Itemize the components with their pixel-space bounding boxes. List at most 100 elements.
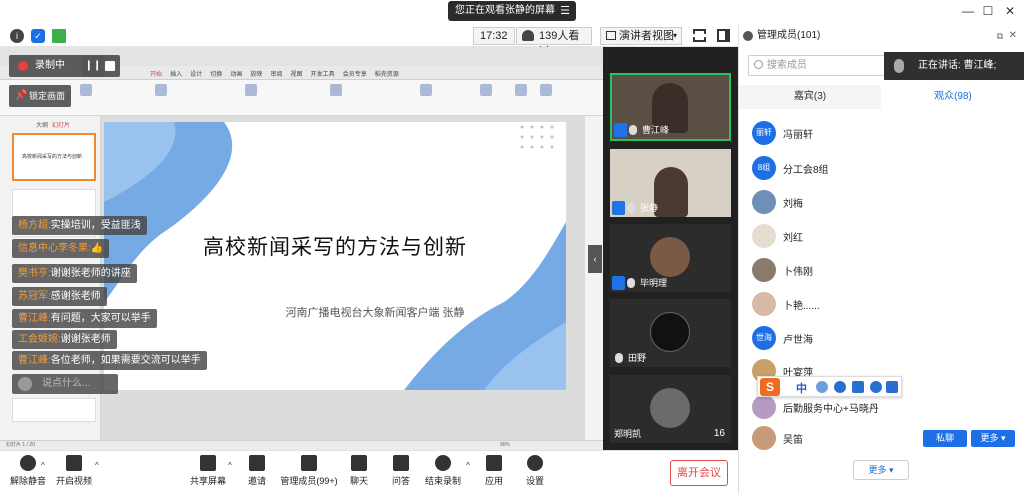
tab-guests[interactable]: 嘉宾(3) (739, 85, 881, 109)
close-icon[interactable]: ✕ (1000, 4, 1020, 18)
ppt-ribbon (0, 80, 603, 116)
chevron-up-icon[interactable]: ^ (41, 461, 45, 470)
user-icon (614, 123, 627, 137)
mic-icon (894, 59, 904, 73)
chat-sender: 樊书亨: (18, 268, 51, 279)
mic-icon[interactable] (870, 381, 882, 393)
private-chat-button[interactable]: 私聊 (923, 430, 967, 447)
lock-screen-label: 锁定画面 (29, 91, 66, 101)
settings-button[interactable]: 设置 (507, 455, 563, 487)
mic-icon (629, 125, 637, 135)
chat-icon (351, 455, 367, 471)
slide-canvas: 高校新闻采写的方法与创新 河南广播电视台大象新闻客户端 张静 (104, 122, 566, 390)
member-row[interactable]: 8组 分工会8组 (739, 153, 1024, 183)
member-name: 刘梅 (783, 199, 803, 210)
close-panel-icon[interactable]: ✕ (1009, 25, 1017, 47)
start-video-button[interactable]: 开启视频 (46, 455, 102, 487)
fullscreen-icon[interactable] (693, 29, 706, 42)
leave-meeting-button[interactable]: 离开会议 (670, 460, 728, 486)
member-row[interactable]: 刘梅 (739, 187, 1024, 217)
share-screen-label: 共享屏幕 (189, 476, 226, 486)
view-mode-select[interactable]: 演讲者视图 ▾ (600, 27, 682, 45)
start-video-label: 开启视频 (55, 476, 92, 486)
share-screen-button[interactable]: 共享屏幕 (180, 455, 236, 487)
viewer-count[interactable]: 139人看过 (516, 27, 592, 58)
mic-icon (627, 203, 635, 213)
signal-icon[interactable] (52, 29, 66, 43)
info-icon[interactable]: i (10, 29, 24, 43)
ppt-statusbar: 幻灯片 1 / 20 90% (0, 440, 603, 450)
pause-recording-button[interactable]: ❙❙ (82, 55, 104, 77)
chat-text: 各位老师，如果需要交流可以举手 (50, 355, 201, 366)
video-tile[interactable]: 田野 (610, 299, 731, 367)
punctuation-icon[interactable] (816, 381, 828, 393)
ppt-tab: 稻壳资源 (374, 72, 399, 78)
user-icon (612, 201, 625, 215)
emoji-icon[interactable] (834, 381, 846, 393)
members-panel: 管理成员(101) ⧉ ✕ 搜索成员 正在讲话: 曹江峰; 嘉宾(3) 观众(9… (738, 25, 1024, 494)
ribbon-icon (420, 84, 432, 96)
search-placeholder: 搜索成员 (767, 60, 807, 71)
video-tile[interactable]: 郑明凯 16 (610, 375, 731, 443)
view-mode-label: 演讲者视图 (619, 30, 674, 42)
avatar: 丽轩 (752, 121, 776, 145)
chevron-down-icon: ▾ (672, 31, 677, 40)
tab-audience[interactable]: 观众(98) (881, 85, 1024, 109)
end-recording-button[interactable]: 结束录制 (415, 455, 471, 487)
ribbon-icon (155, 84, 167, 96)
member-more-button[interactable]: 更多 ▾ (971, 430, 1015, 447)
ime-language[interactable]: 中 (796, 380, 807, 396)
load-more-button[interactable]: 更多 ▾ (853, 460, 909, 480)
stop-recording-button[interactable] (105, 61, 115, 71)
shield-icon[interactable]: ✓ (31, 29, 45, 43)
video-tile[interactable]: 毕明理 (610, 224, 731, 292)
lock-screen-button[interactable]: 📌 锁定画面 (9, 85, 71, 107)
member-name: 后勤服务中心+马晓丹 (783, 404, 879, 415)
popout-icon[interactable]: ⧉ (997, 25, 1003, 47)
member-row[interactable]: 世海 卢世海 (739, 323, 1024, 353)
share-screen-icon (200, 455, 216, 471)
share-banner-text: 您正在观看张静的屏幕 (455, 5, 555, 16)
maximize-icon[interactable]: ☐ (978, 4, 998, 18)
member-name: 卜伟刚 (783, 267, 813, 278)
avatar (752, 258, 776, 282)
member-row[interactable]: 刘红 (739, 221, 1024, 251)
emoji-icon[interactable] (18, 377, 32, 391)
pane-tab-slides: 幻灯片 (52, 123, 71, 129)
meeting-status-bar: i ✓ 17:32 139人看过 演讲者视图 ▾ (0, 25, 738, 58)
ribbon-icon (480, 84, 492, 96)
member-search-input[interactable]: 搜索成员 (748, 55, 893, 76)
ppt-right-toolbar (584, 116, 603, 440)
chat-message: 曹江峰:各位老师，如果需要交流可以举手 (12, 351, 207, 370)
mic-off-icon (20, 455, 36, 471)
minimize-icon[interactable]: — (958, 4, 978, 18)
member-name: 吴笛 (783, 435, 803, 446)
collapse-videos-button[interactable]: ‹ (588, 245, 602, 273)
member-row[interactable]: 卜艳...... (739, 289, 1024, 319)
pen-icon[interactable] (852, 381, 864, 393)
member-row[interactable]: 卜伟刚 (739, 255, 1024, 285)
avatar (752, 190, 776, 214)
user-icon (612, 276, 625, 290)
ime-toolbar[interactable]: S 中 (757, 376, 902, 397)
chat-text: 谢谢张老师的讲座 (50, 268, 131, 279)
members-icon (743, 31, 753, 41)
mic-off-icon (627, 278, 635, 288)
avatar (650, 237, 690, 277)
video-tile[interactable]: 张静 (610, 149, 731, 217)
chat-message: 苏冠军:感谢张老师 (12, 287, 107, 306)
toolbox-icon[interactable] (886, 381, 898, 393)
member-row[interactable]: 丽轩 冯丽轩 (739, 118, 1024, 148)
slide-thumbnail-title: 高校新闻采写的方法与创新 (22, 154, 83, 160)
chat-input[interactable]: 说点什么... (12, 374, 118, 394)
apps-icon (486, 455, 502, 471)
title-bar: 您正在观看张静的屏幕 ☰ — ☐ ✕ (0, 0, 1024, 25)
meeting-timer: 17:32 (473, 27, 515, 45)
ribbon-icon (515, 84, 527, 96)
chevron-up-icon[interactable]: ^ (95, 461, 99, 470)
menu-icon[interactable]: ☰ (560, 1, 570, 21)
video-label: 田野 (612, 351, 646, 365)
sidebar-toggle-icon[interactable] (717, 29, 730, 42)
speaking-indicator: 正在讲话: 曹江峰; (884, 52, 1024, 80)
video-tile[interactable]: 曹江峰 (610, 73, 731, 141)
